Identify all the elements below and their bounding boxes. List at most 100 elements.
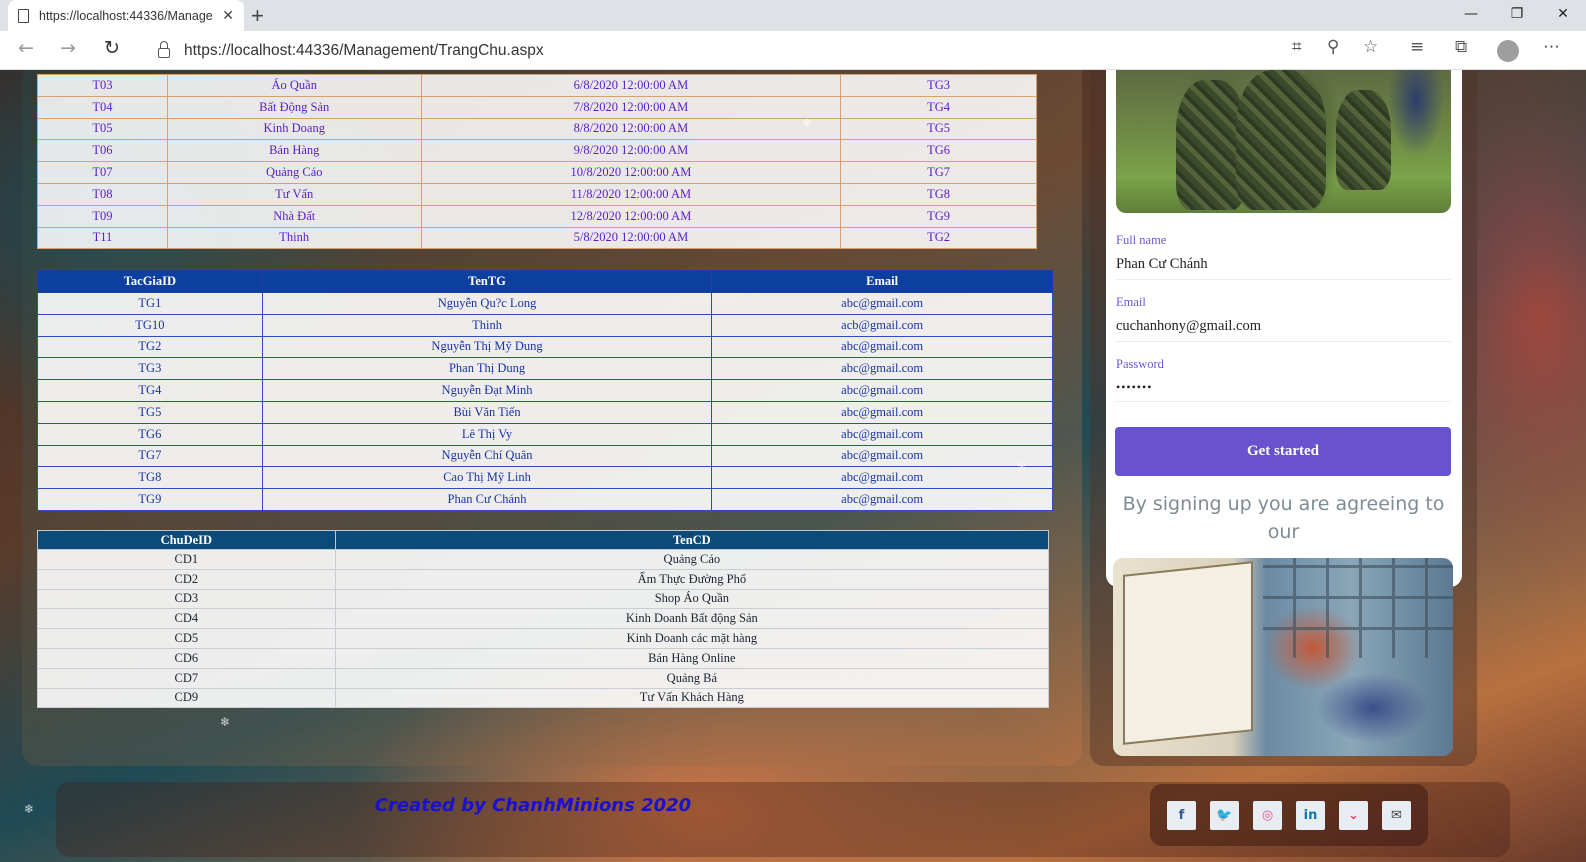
- zoom-icon[interactable]: ⚲: [1327, 37, 1339, 57]
- table-cell: abc@gmail.com: [711, 488, 1053, 511]
- table-cell: abc@gmail.com: [711, 400, 1053, 424]
- table-cell: T03: [37, 74, 168, 97]
- profile-avatar-icon[interactable]: [1497, 40, 1519, 62]
- table-cell: T11: [37, 226, 168, 250]
- table-cell: Áo Quần: [166, 74, 422, 97]
- table-cell: TG2: [840, 226, 1037, 250]
- table-cell: TG6: [37, 422, 263, 446]
- fullname-label: Full name: [1116, 233, 1167, 247]
- soldiers-photo: [1116, 70, 1451, 213]
- table-row: TG5 Bùi Văn Tiến abc@gmail.com: [37, 400, 1053, 424]
- table-cell: T08: [37, 182, 168, 206]
- credit-text: Created by ChanhMinions 2020: [374, 795, 692, 816]
- table-cell: T04: [37, 95, 168, 119]
- table-cell: Bùi Văn Tiến: [261, 400, 713, 424]
- snowflake-icon: ❄: [24, 802, 35, 816]
- password-label: Password: [1116, 357, 1164, 371]
- table-cell: Nguyễn Thị Mỹ Dung: [261, 335, 713, 359]
- forward-icon[interactable]: →: [60, 37, 76, 59]
- table-cell: 9/8/2020 12:00:00 AM: [420, 139, 842, 163]
- table-cell: Kinh Doanh Bất động Sản: [334, 608, 1050, 630]
- table-cell: Kinh Doanh các mặt hàng: [334, 628, 1050, 649]
- table-cell: T07: [37, 161, 168, 184]
- table-row: TG8 Cao Thị Mỹ Linh abc@gmail.com: [37, 466, 1053, 490]
- table-row: T05 Kinh Doang 8/8/2020 12:00:00 AM TG5: [37, 117, 1037, 141]
- table-cell: Thinh: [261, 313, 713, 337]
- table-cell: T05: [37, 117, 168, 141]
- categories-table: ChuDeID TenCD CD1 Quảng Cáo CD2 Ẩm Thực Đườ…: [37, 530, 1050, 709]
- fullname-input[interactable]: Phan Cư Chánh: [1116, 256, 1451, 280]
- pocket-icon[interactable]: ⌄: [1339, 800, 1368, 830]
- twitter-icon[interactable]: 🐦: [1210, 800, 1239, 830]
- table-header-row: TacGiaID TenTG Email: [37, 270, 1053, 293]
- table-row: TG4 Nguyễn Đạt Minh abc@gmail.com: [37, 379, 1053, 402]
- table-cell: Phan Cư Chánh: [261, 488, 713, 511]
- table-cell: TG9: [37, 488, 263, 511]
- restore-button[interactable]: ❐: [1494, 0, 1540, 31]
- table-cell: 6/8/2020 12:00:00 AM: [420, 74, 842, 97]
- table-cell: TG6: [840, 139, 1037, 163]
- table-cell: TG10: [37, 313, 263, 337]
- agreement-text: By signing up you are agreeing to our: [1122, 493, 1445, 543]
- snowflake-icon: ❄: [802, 116, 813, 130]
- table-cell: Nguyễn Đạt Minh: [261, 379, 713, 402]
- back-icon[interactable]: ←: [18, 37, 34, 59]
- column-header: TacGiaID: [37, 270, 263, 293]
- table-cell: Kinh Doang: [166, 117, 422, 141]
- table-cell: Quảng Cáo: [334, 549, 1050, 570]
- table-cell: Phan Thị Dung: [261, 357, 713, 381]
- new-tab-button[interactable]: +: [251, 3, 264, 29]
- password-input[interactable]: •••••••: [1116, 380, 1451, 402]
- table-cell: TG9: [840, 204, 1037, 228]
- email-input[interactable]: cuchanhony@gmail.com: [1116, 318, 1451, 342]
- table-row: CD2 Ẩm Thực Đường Phố: [37, 568, 1050, 590]
- table-cell: 11/8/2020 12:00:00 AM: [420, 182, 842, 206]
- snowflake-icon: ❄: [1017, 460, 1028, 474]
- close-window-button[interactable]: ✕: [1540, 0, 1586, 31]
- tab-close-icon[interactable]: ✕: [222, 7, 234, 24]
- table-cell: TG3: [37, 357, 263, 381]
- table-row: TG9 Phan Cư Chánh abc@gmail.com: [37, 488, 1053, 511]
- table-cell: Bất Động Sản: [166, 95, 422, 119]
- refresh-icon[interactable]: ↻: [104, 37, 120, 59]
- favorite-star-icon[interactable]: ☆: [1363, 37, 1378, 57]
- table-cell: T06: [37, 139, 168, 163]
- table-cell: Tư Vấn Khách Hàng: [334, 687, 1050, 709]
- table-cell: CD9: [37, 687, 336, 709]
- get-started-button[interactable]: Get started: [1115, 427, 1451, 476]
- table-cell: 8/8/2020 12:00:00 AM: [420, 117, 842, 141]
- collections-icon[interactable]: ⧉: [1455, 37, 1467, 57]
- table-cell: CD7: [37, 667, 336, 689]
- translate-icon[interactable]: ⌗: [1292, 37, 1302, 57]
- column-header: TenTG: [261, 270, 713, 293]
- table-cell: CD1: [37, 549, 336, 570]
- table-row: CD1 Quảng Cáo: [37, 549, 1050, 570]
- table-row: T08 Tư Vấn 11/8/2020 12:00:00 AM TG8: [37, 182, 1037, 206]
- url-field[interactable]: https://localhost:44336/Management/Trang…: [144, 35, 1404, 66]
- table-cell: TG7: [37, 444, 263, 468]
- more-menu-icon[interactable]: ⋯: [1543, 37, 1560, 57]
- favorites-list-icon[interactable]: ≡: [1410, 37, 1424, 57]
- minimize-button[interactable]: —: [1448, 0, 1494, 31]
- dribbble-icon[interactable]: ◎: [1253, 800, 1282, 830]
- table-row: CD7 Quảng Bá: [37, 667, 1050, 689]
- linkedin-icon[interactable]: in: [1296, 800, 1325, 830]
- table-cell: Shop Áo Quần: [334, 588, 1050, 610]
- table-cell: TG2: [37, 335, 263, 359]
- table-cell: TG4: [37, 379, 263, 402]
- column-header: TenCD: [334, 530, 1050, 550]
- table-cell: Quảng Cáo: [166, 161, 422, 184]
- table-row: T09 Nhà Đất 12/8/2020 12:00:00 AM TG9: [37, 204, 1037, 228]
- table-cell: Ẩm Thực Đường Phố: [334, 568, 1050, 590]
- social-links: f 🐦 ◎ in ⌄ ✉: [1150, 784, 1428, 846]
- lock-icon: [158, 41, 170, 58]
- browser-tab[interactable]: https://localhost:44336/Manage ✕: [8, 0, 244, 31]
- table-row: CD9 Tư Vấn Khách Hàng: [37, 687, 1050, 709]
- table-row: T06 Bán Hàng 9/8/2020 12:00:00 AM TG6: [37, 139, 1037, 163]
- window-controls: — ❐ ✕: [1448, 0, 1586, 31]
- table-cell: TG5: [840, 117, 1037, 141]
- mail-icon[interactable]: ✉: [1382, 800, 1411, 830]
- topics-table: T03 Áo Quần 6/8/2020 12:00:00 AM TG3 T04 Bất …: [37, 74, 1037, 250]
- facebook-icon[interactable]: f: [1167, 800, 1196, 830]
- table-cell: Tư Vấn: [166, 182, 422, 206]
